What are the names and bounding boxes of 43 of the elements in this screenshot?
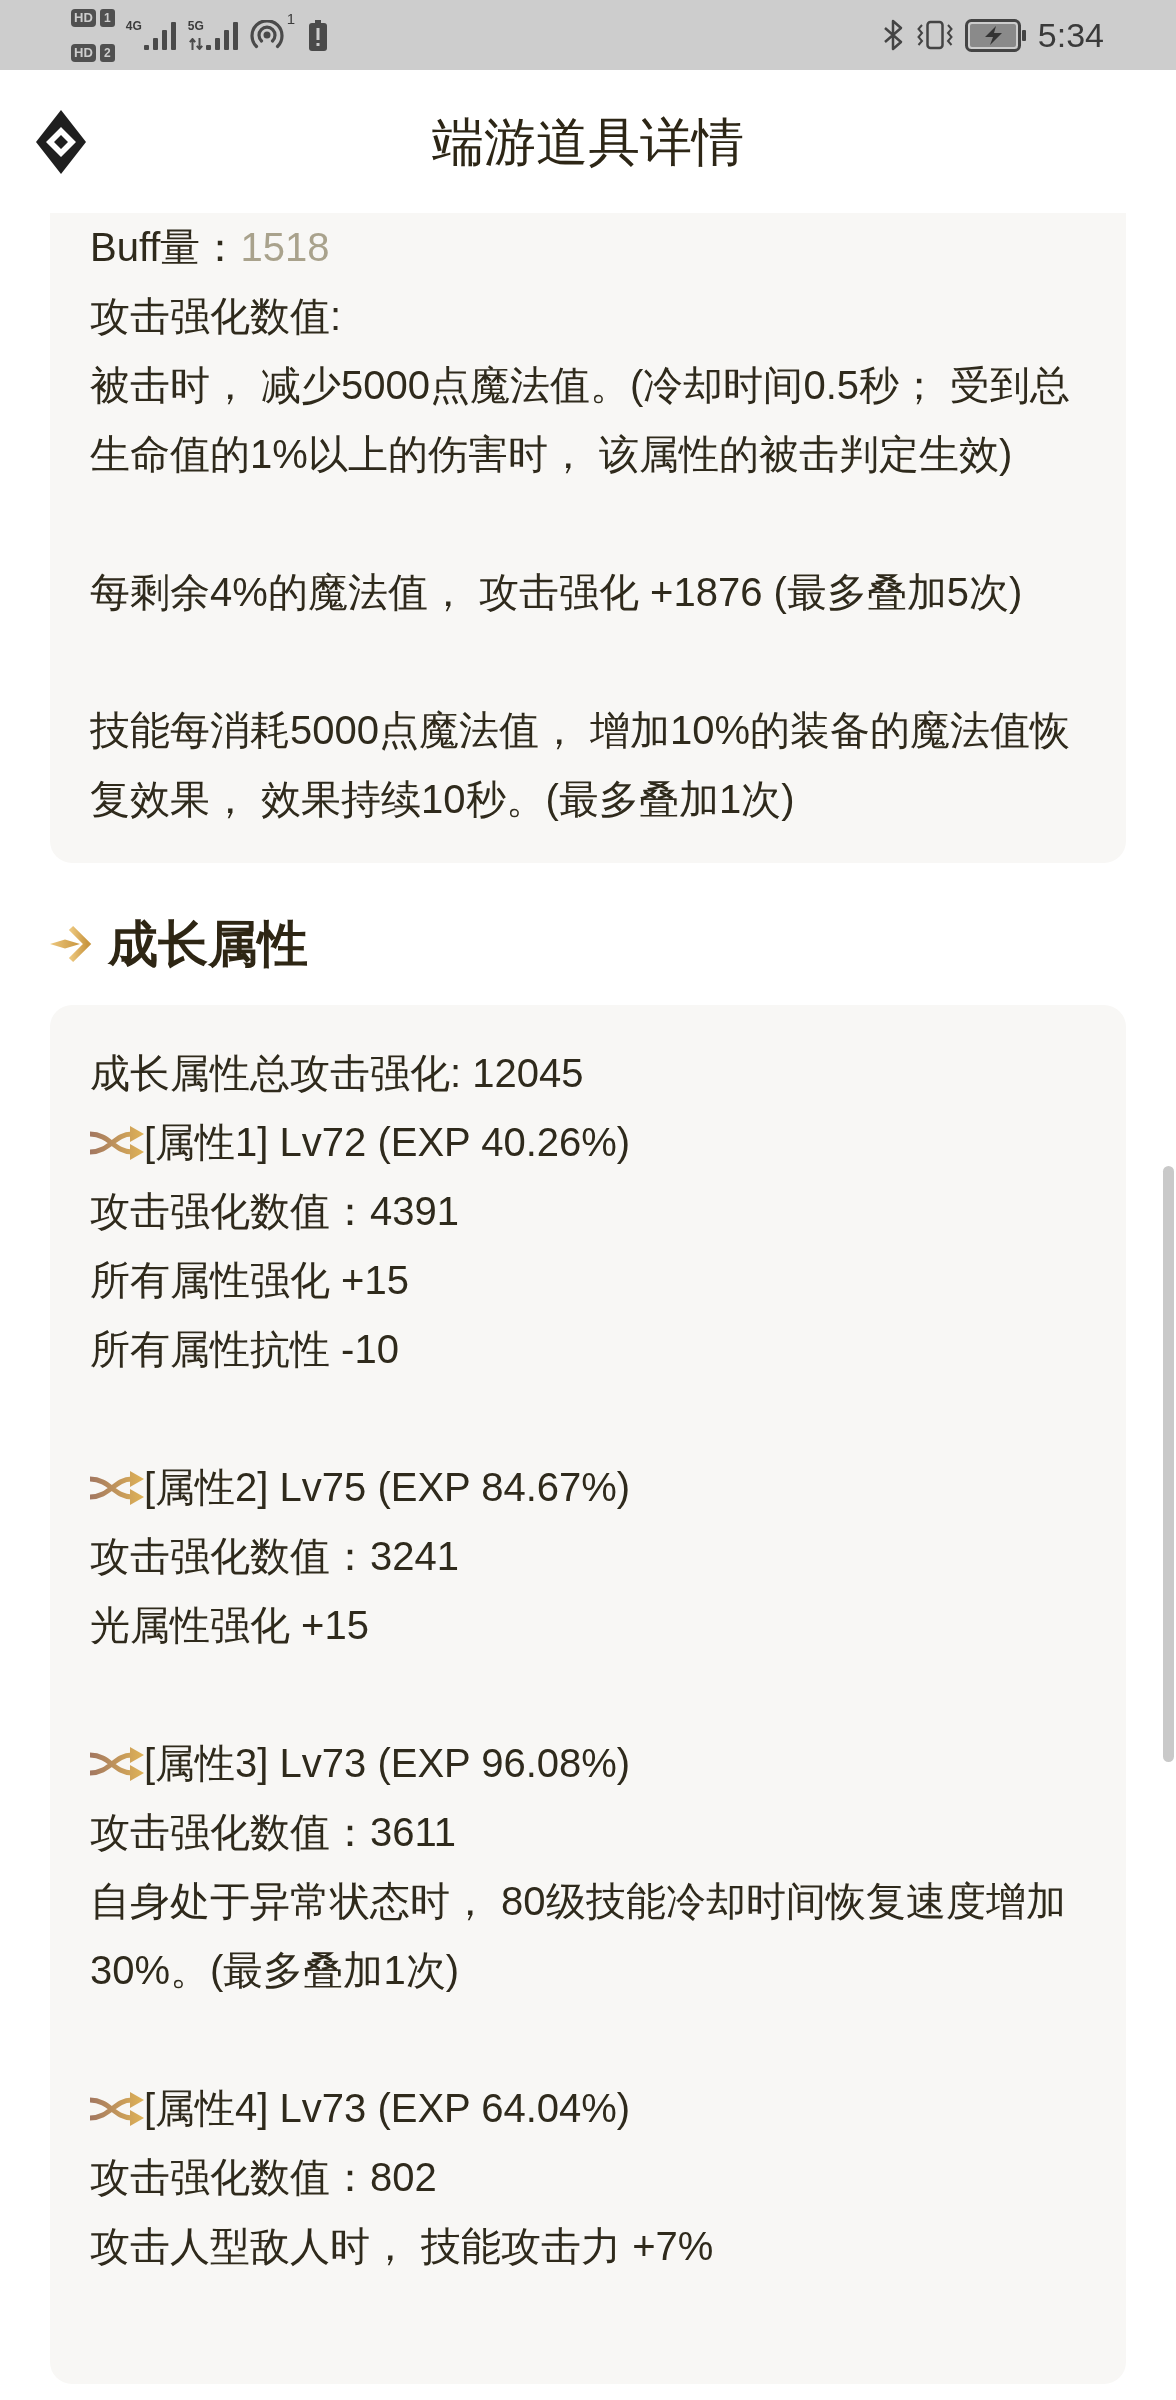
attribute-header: [属性4] Lv73 (EXP 64.04%)	[144, 2085, 631, 2132]
effect-description: 技能每消耗5000点魔法值， 增加10%的装备的魔法值恢复效果， 效果持续10秒。(最多叠加1次)	[90, 707, 1072, 823]
status-time: 5:34	[1037, 15, 1104, 55]
attribute-header: [属性1] Lv72 (EXP 40.26%)	[144, 1119, 631, 1166]
signal-icon	[205, 22, 238, 50]
battery-alert-icon	[309, 19, 328, 51]
attribute-stat: 攻击强化数值：3611	[90, 1809, 457, 1856]
attribute-stat: 光属性强化 +15	[90, 1602, 370, 1649]
network-type-label: 4G	[125, 20, 142, 32]
battery-charging-icon	[964, 18, 1027, 52]
sim-label: HD	[71, 8, 96, 27]
effect-heading: 攻击强化数值:	[90, 293, 343, 340]
data-arrows-icon	[188, 38, 203, 50]
bluetooth-icon	[882, 19, 905, 51]
sim-label: HD	[71, 43, 96, 62]
attribute-header: [属性3] Lv73 (EXP 96.08%)	[144, 1740, 631, 1787]
attribute-header: [属性2] Lv75 (EXP 84.67%)	[144, 1464, 631, 1511]
hotspot-icon	[249, 20, 284, 50]
effect-description: 每剩余4%的魔法值， 攻击强化 +1876 (最多叠加5次)	[90, 569, 1024, 616]
attribute-stat: 所有属性抗性 -10	[90, 1326, 400, 1373]
shuffle-icon	[90, 2091, 144, 2126]
attribute-stat: 攻击强化数值：3241	[90, 1533, 460, 1580]
attribute-stat: 所有属性强化 +15	[90, 1257, 410, 1304]
shuffle-icon	[90, 1125, 144, 1160]
signal-icon	[143, 22, 176, 50]
network-type-label: 5G	[187, 20, 204, 32]
shuffle-icon	[90, 1470, 144, 1505]
attribute-stat: 自身处于异常状态时， 80级技能冷却时间恢复速度增加30%。(最多叠加1次)	[90, 1878, 1067, 1994]
sim-slot-badge: 1	[99, 8, 115, 27]
hotspot-count: 1	[286, 10, 296, 27]
chevron-arrow-icon	[50, 924, 92, 964]
buff-value: 1518	[240, 225, 330, 269]
sim-slot-badge: 2	[99, 43, 115, 62]
buff-label: Buff量：	[90, 225, 241, 269]
shuffle-icon	[90, 1746, 144, 1781]
logo-icon[interactable]	[36, 109, 86, 174]
section-title: 成长属性	[108, 915, 308, 974]
attribute-stat: 攻击强化数值：4391	[90, 1188, 460, 1235]
attribute-stat: 攻击强化数值：802	[90, 2154, 438, 2201]
page-title: 端游道具详情	[432, 111, 744, 172]
growth-total: 成长属性总攻击强化: 12045	[90, 1050, 585, 1097]
attribute-stat: 攻击人型敌人时， 技能攻击力 +7%	[90, 2223, 715, 2270]
effect-description: 被击时， 减少5000点魔法值。(冷却时间0.5秒； 受到总生命值的1%以上的伤害时， 该属性的被击判定生效)	[90, 362, 1072, 478]
